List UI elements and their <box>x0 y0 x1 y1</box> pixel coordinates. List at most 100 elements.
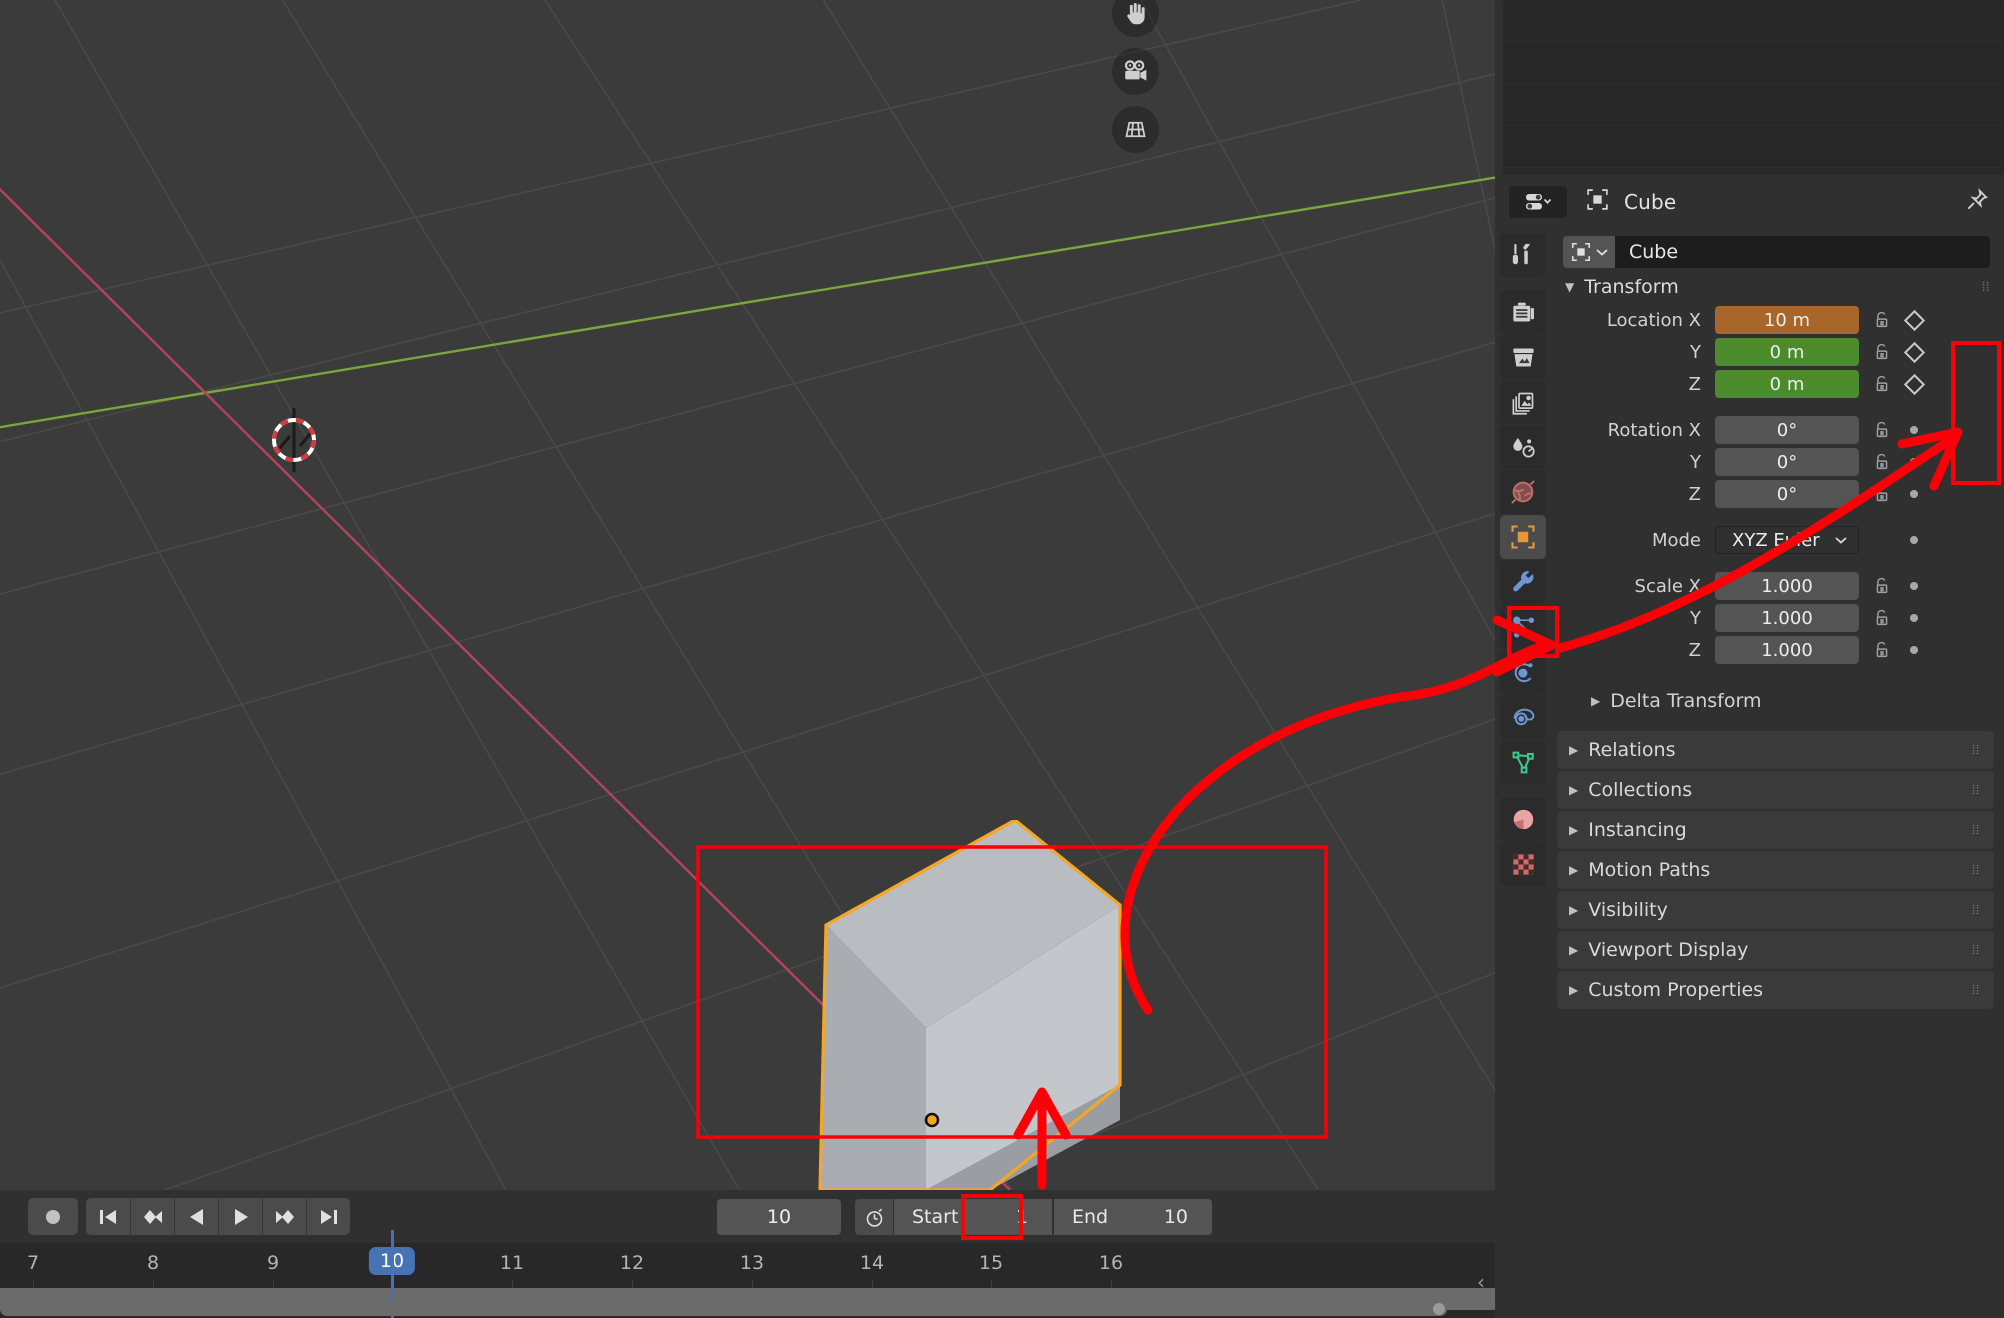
object-id-type-button[interactable] <box>1563 236 1615 268</box>
panel-label: Custom Properties <box>1588 979 1764 1001</box>
frame-end-input[interactable]: End 10 <box>1054 1199 1212 1235</box>
unlock-icon <box>1876 375 1888 392</box>
sidebar-item-texture[interactable] <box>1500 842 1546 886</box>
pin-icon <box>1967 187 1988 209</box>
collapsed-triangle-icon: ▶ <box>1569 743 1579 757</box>
location-z-keyframe-button[interactable] <box>1897 373 1931 395</box>
panel-grip-icon: ⦙⦙ <box>1972 942 1980 958</box>
breadcrumb-label: Cube <box>1624 189 1677 214</box>
scale-x-animate-button[interactable] <box>1897 582 1931 590</box>
sidebar-item-material[interactable] <box>1500 797 1546 841</box>
scale-y-input[interactable]: 1.000 <box>1715 604 1859 632</box>
panel-relations[interactable]: ▶ Relations ⦙⦙ <box>1557 731 1994 769</box>
hand-icon <box>1127 3 1145 25</box>
location-x-lock-button[interactable] <box>1867 309 1897 331</box>
wrench-icon <box>1513 571 1534 592</box>
jump-to-start-button[interactable] <box>86 1198 130 1235</box>
object-tab-icon <box>1511 525 1535 549</box>
ruler-tick: 16 <box>1098 1252 1124 1274</box>
panel-collections[interactable]: ▶ Collections ⦙⦙ <box>1557 771 1994 809</box>
panel-motion-paths[interactable]: ▶ Motion Paths ⦙⦙ <box>1557 851 1994 889</box>
rotation-y-animate-button[interactable] <box>1897 458 1931 466</box>
play-reverse-button[interactable] <box>174 1198 218 1235</box>
sidebar-item-particles[interactable] <box>1500 605 1546 649</box>
rotation-y-input[interactable]: 0° <box>1715 448 1859 476</box>
pin-id-button[interactable] <box>1964 187 1990 217</box>
use-preview-range-button[interactable] <box>855 1199 893 1235</box>
location-x-keyframe-button[interactable] <box>1897 309 1931 331</box>
sidebar-item-modifiers[interactable] <box>1500 560 1546 604</box>
transform-panel-header[interactable]: ▼ Transform ⦙⦙ <box>1551 269 2004 305</box>
sidebar-item-world[interactable] <box>1500 470 1546 514</box>
jump-to-end-button[interactable] <box>306 1198 350 1235</box>
unlock-icon <box>1876 641 1888 658</box>
scale-x-lock-button[interactable] <box>1867 575 1897 597</box>
object-name-input[interactable]: Cube <box>1615 236 1990 268</box>
sidebar-item-view-layer[interactable] <box>1500 380 1546 424</box>
collapsed-triangle-icon: ▶ <box>1569 943 1579 957</box>
location-y-input[interactable]: 0 m <box>1715 338 1859 366</box>
rotation-x-input[interactable]: 0° <box>1715 416 1859 444</box>
collapsed-triangle-icon: ▶ <box>1569 903 1579 917</box>
rotation-y-lock-button[interactable] <box>1867 451 1897 473</box>
blender-window: Cube Cube ▼ Transform ⦙⦙ Location X 10 m… <box>0 0 2004 1318</box>
frame-start-input[interactable]: Start 1 <box>894 1199 1052 1235</box>
sidebar-item-scene[interactable] <box>1500 425 1546 469</box>
cube-object[interactable] <box>690 820 1310 1190</box>
sidebar-item-physics[interactable] <box>1500 650 1546 694</box>
scrollbar-handle[interactable] <box>1433 1303 1445 1315</box>
sidebar-item-data[interactable] <box>1500 740 1546 784</box>
record-button[interactable] <box>28 1198 78 1235</box>
timeline-horizontal-scrollbar[interactable] <box>0 1302 1464 1316</box>
current-frame-input[interactable]: 10 <box>717 1199 841 1235</box>
rotation-z-input[interactable]: 0° <box>1715 480 1859 508</box>
prop-label: Y <box>1690 341 1701 363</box>
scale-y-lock-button[interactable] <box>1867 607 1897 629</box>
location-z-lock-button[interactable] <box>1867 373 1897 395</box>
panel-instancing[interactable]: ▶ Instancing ⦙⦙ <box>1557 811 1994 849</box>
scale-x-input[interactable]: 1.000 <box>1715 572 1859 600</box>
pan-view-gizmo[interactable] <box>1112 0 1159 37</box>
sidebar-item-tool[interactable] <box>1500 233 1546 277</box>
scale-z-lock-button[interactable] <box>1867 639 1897 661</box>
constraints-icon <box>1513 708 1534 725</box>
stopwatch-icon <box>866 1208 882 1227</box>
sidebar-item-constraints[interactable] <box>1500 695 1546 739</box>
timeline-ruler[interactable]: 7 8 9 11 12 13 14 15 16 10 <box>0 1243 1495 1288</box>
location-x-input[interactable]: 10 m <box>1715 306 1859 334</box>
scale-z-input[interactable]: 1.000 <box>1715 636 1859 664</box>
panel-grip-icon: ⦙⦙ <box>1972 902 1980 918</box>
rotation-x-lock-button[interactable] <box>1867 419 1897 441</box>
collapse-sidebar-chevron[interactable]: ‹ <box>1477 1270 1485 1294</box>
prop-row-rotation-mode: Mode XYZ Euler <box>1551 525 2004 555</box>
scale-y-animate-button[interactable] <box>1897 614 1931 622</box>
unlock-icon <box>1876 343 1888 360</box>
rotation-z-lock-button[interactable] <box>1867 483 1897 505</box>
rotation-x-animate-button[interactable] <box>1897 426 1931 434</box>
3d-viewport[interactable] <box>0 0 1495 1190</box>
next-keyframe-button[interactable] <box>262 1198 306 1235</box>
prev-keyframe-button[interactable] <box>130 1198 174 1235</box>
prop-row-rotation-z: Z 0° <box>1551 479 2004 509</box>
rotation-mode-animate-button[interactable] <box>1897 536 1931 544</box>
location-z-input[interactable]: 0 m <box>1715 370 1859 398</box>
images-icon <box>1512 392 1533 415</box>
sidebar-item-object[interactable] <box>1500 515 1546 559</box>
sidebar-item-output[interactable] <box>1500 335 1546 379</box>
rotation-mode-select[interactable]: XYZ Euler <box>1715 526 1859 554</box>
panel-visibility[interactable]: ▶ Visibility ⦙⦙ <box>1557 891 1994 929</box>
scrollbar-track[interactable] <box>0 1302 1447 1316</box>
panel-custom-properties[interactable]: ▶ Custom Properties ⦙⦙ <box>1557 971 1994 1009</box>
camera-view-gizmo[interactable] <box>1112 48 1159 95</box>
location-y-keyframe-button[interactable] <box>1897 341 1931 363</box>
toggle-orthographic-gizmo[interactable] <box>1112 106 1159 153</box>
location-y-lock-button[interactable] <box>1867 341 1897 363</box>
sidebar-item-render[interactable] <box>1500 290 1546 334</box>
panel-viewport-display[interactable]: ▶ Viewport Display ⦙⦙ <box>1557 931 1994 969</box>
play-button[interactable] <box>218 1198 262 1235</box>
editor-type-button[interactable] <box>1509 185 1567 218</box>
expanded-triangle-icon: ▼ <box>1565 280 1575 294</box>
delta-transform-panel-header[interactable]: ▶ Delta Transform <box>1551 683 2004 719</box>
rotation-z-animate-button[interactable] <box>1897 490 1931 498</box>
scale-z-animate-button[interactable] <box>1897 646 1931 654</box>
